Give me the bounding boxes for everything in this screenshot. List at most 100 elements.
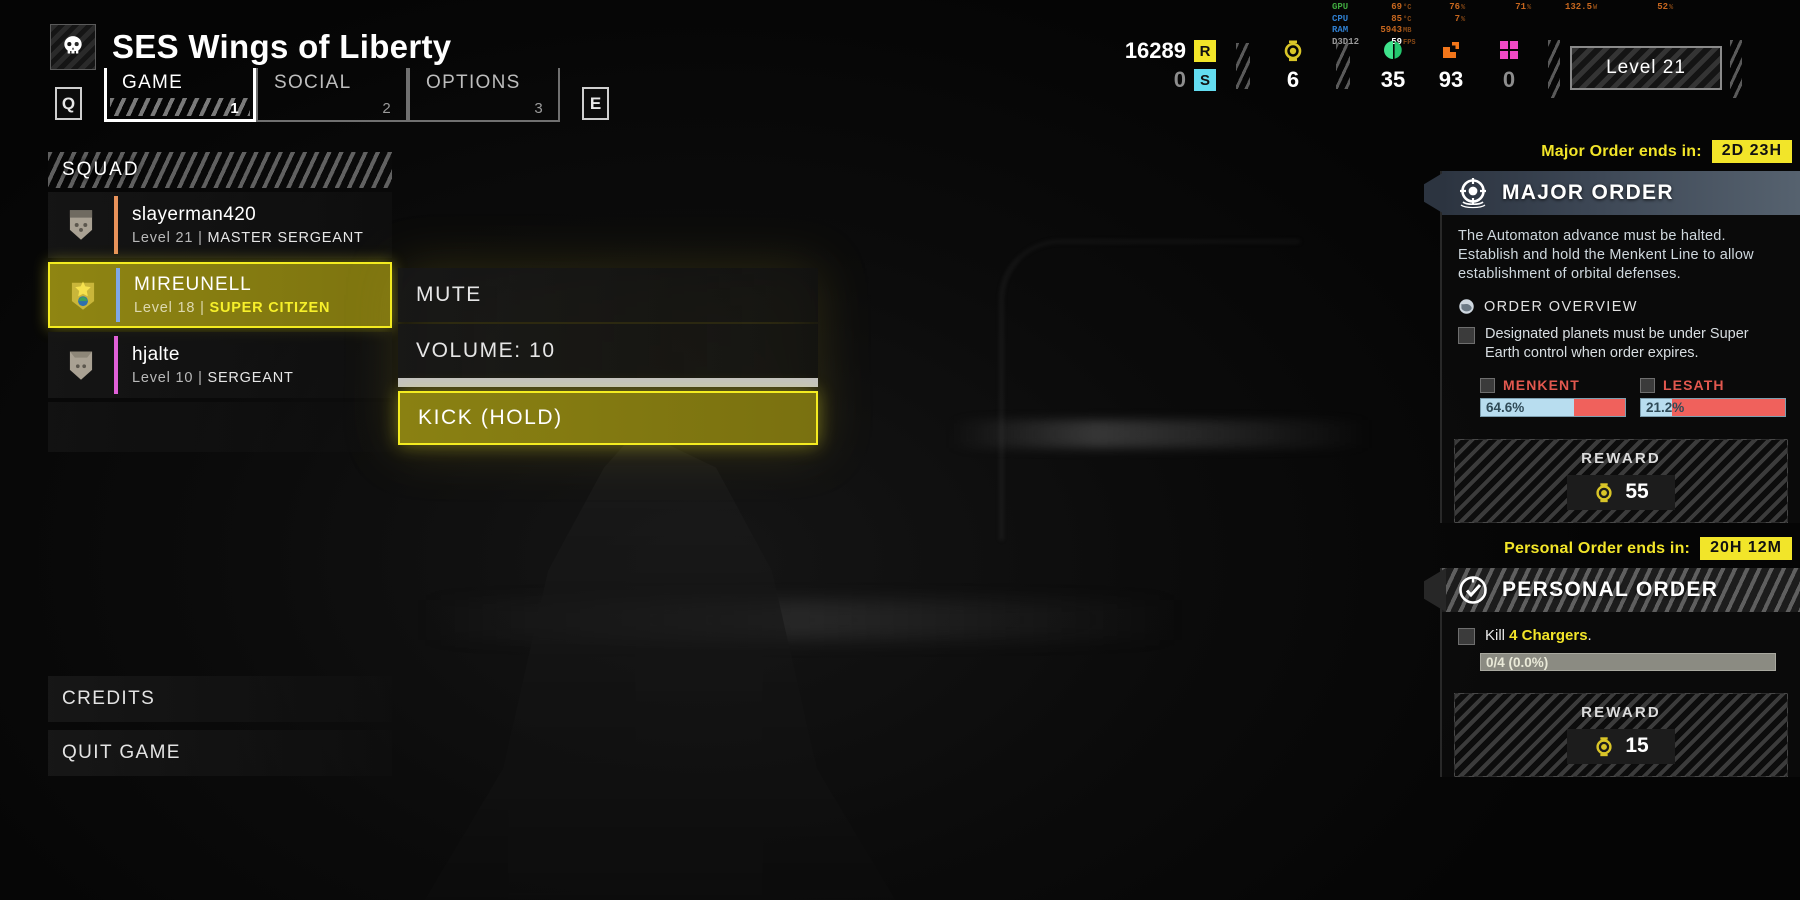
planet-checkbox: [1480, 377, 1495, 393]
order-overview-label: ORDER OVERVIEW: [1484, 298, 1638, 315]
shield-rank-icon: [48, 349, 114, 381]
volume-slider[interactable]: [398, 378, 818, 387]
mute-button[interactable]: MUTE: [398, 268, 818, 322]
perf-ram-label: RAM: [1332, 25, 1349, 35]
personal-order-body: Kill 4 Chargers. 0/4 (0.0%): [1442, 612, 1800, 681]
personal-order-ends-label: Personal Order ends in:: [1504, 539, 1691, 557]
tab-social[interactable]: SOCIAL 2: [256, 68, 408, 122]
crosshair-target-icon: [1460, 178, 1486, 209]
star-laurel-rank-icon: [50, 279, 116, 311]
tab-social-number: 2: [382, 100, 392, 117]
major-order-task: Designated planets must be under Super E…: [1458, 325, 1786, 363]
tab-game-underline: [104, 119, 256, 122]
requisition-value: 16289: [1124, 38, 1186, 63]
perf-gpu-extra3: 132.5: [1564, 2, 1592, 12]
planet-lesath: LESATH 21.2%: [1640, 377, 1786, 417]
major-order-timer: Major Order ends in: 2D 23H: [1440, 140, 1800, 163]
member-level: Level 21: [132, 230, 194, 246]
task-checkbox: [1458, 628, 1475, 645]
tab-options-label: OPTIONS: [426, 72, 521, 93]
perf-cpu-extra1-unit: %: [1461, 15, 1466, 24]
member-name: slayerman420: [132, 204, 257, 225]
credits-button[interactable]: CREDITS: [48, 676, 392, 722]
squad-member-mireunell[interactable]: MIREUNELL Level 18 | SUPER CITIZEN: [48, 262, 392, 328]
perf-ram-unit: MB: [1403, 27, 1412, 35]
tab-game-hatch: [110, 98, 250, 116]
tab-game-number: 1: [230, 100, 240, 117]
common-samples-resource: 35: [1364, 38, 1422, 93]
game-screen: SES Wings of Liberty Q GAME 1 SOCIAL 2 O…: [0, 0, 1800, 900]
chevron-rank-icon: [48, 209, 114, 241]
personal-order-task: Kill 4 Chargers.: [1458, 626, 1786, 645]
orders-panel: Major Order ends in: 2D 23H MAJOR ORDER …: [1440, 140, 1800, 789]
personal-order-ends-value: 20H 12M: [1700, 537, 1792, 560]
personal-order-card: PERSONAL ORDER Kill 4 Chargers. 0/4 (0.0…: [1440, 568, 1800, 777]
major-order-reward-label: REWARD: [1581, 450, 1661, 467]
personal-order-timer: Personal Order ends in: 20H 12M: [1440, 537, 1800, 560]
planet-menkent-bar: 64.6%: [1480, 398, 1626, 417]
planet-menkent-head: MENKENT: [1480, 377, 1626, 393]
major-order-reward-amount: 55: [1625, 480, 1649, 503]
perf-ram-value: 5943: [1380, 25, 1402, 35]
personal-order-reward-value-box: 15: [1567, 729, 1675, 764]
major-order-task-text: Designated planets must be under Super E…: [1485, 326, 1749, 361]
level-badge-hatch-right: [1730, 40, 1742, 98]
major-order-reward-value-box: 55: [1567, 475, 1675, 510]
major-order-title: MAJOR ORDER: [1502, 181, 1674, 204]
order-overview-row: ORDER OVERVIEW: [1458, 298, 1786, 315]
personal-order-reward-amount: 15: [1625, 734, 1649, 757]
planet-globe-icon: [1459, 299, 1474, 314]
tab-game-label: GAME: [122, 72, 184, 93]
background-glow-line: [950, 420, 1370, 448]
planet-lesath-bar: 21.2%: [1640, 398, 1786, 417]
ship-name: SES Wings of Liberty: [112, 28, 452, 65]
next-tab-key[interactable]: E: [582, 87, 609, 120]
volume-slider-fill: [398, 378, 818, 387]
major-order-card: MAJOR ORDER The Automaton advance must b…: [1440, 171, 1800, 523]
major-order-reward: REWARD 55: [1454, 439, 1788, 523]
kick-button[interactable]: KICK (HOLD): [398, 391, 818, 445]
perf-gpu-extra2-unit: %: [1527, 4, 1532, 12]
requisition-row: 16289 R: [1125, 38, 1216, 64]
squad-member-hjalte[interactable]: hjalte Level 10 | SERGEANT: [48, 332, 392, 398]
sample-icon: S: [1194, 69, 1216, 91]
member-name: MIREUNELL: [134, 274, 252, 295]
major-order-planets: MENKENT 64.6% LESATH 21.2%: [1458, 377, 1786, 417]
super-samples-value: 0: [1502, 67, 1516, 92]
rare-samples-resource: 93: [1422, 38, 1480, 93]
personal-order-progress-bar: 0/4 (0.0%): [1480, 653, 1776, 671]
member-subline: Level 21 | MASTER SERGEANT: [132, 230, 364, 246]
prev-tab-key[interactable]: Q: [55, 87, 82, 120]
member-rank: SUPER CITIZEN: [209, 300, 331, 316]
major-order-ends-value: 2D 23H: [1711, 140, 1792, 163]
tab-game[interactable]: GAME 1: [104, 68, 256, 122]
squad-empty-slot[interactable]: [48, 402, 392, 452]
main-tabs: Q GAME 1 SOCIAL 2 OPTIONS 3 E: [55, 68, 609, 122]
member-subline: Level 18 | SUPER CITIZEN: [134, 300, 330, 316]
planet-menkent-pct: 64.6%: [1486, 400, 1525, 415]
volume-control[interactable]: VOLUME: 10: [398, 324, 818, 387]
super-sample-icon: [1500, 41, 1518, 59]
tab-options[interactable]: OPTIONS 3: [408, 68, 560, 122]
medal-icon: [1284, 40, 1302, 62]
major-order-description: The Automaton advance must be halted. Es…: [1458, 228, 1754, 282]
major-order-banner: MAJOR ORDER: [1442, 171, 1800, 215]
planet-menkent-name: MENKENT: [1503, 377, 1580, 393]
check-circle-icon: [1459, 576, 1487, 604]
member-separator: |: [193, 370, 208, 386]
task-highlight: 4 Chargers: [1509, 627, 1588, 644]
currency-stack: 16289 R 0 S: [1125, 38, 1216, 93]
quit-game-button[interactable]: QUIT GAME: [48, 730, 392, 776]
personal-order-banner: PERSONAL ORDER: [1442, 568, 1800, 612]
rare-sample-icon: [1443, 42, 1459, 58]
squad-member-slayerman420[interactable]: slayerman420 Level 21 | MASTER SERGEANT: [48, 192, 392, 258]
squad-panel: SQUAD slayerman420 Level 21 | MASTER SER…: [48, 152, 392, 452]
member-separator: |: [195, 300, 210, 316]
resource-divider-1: [1236, 42, 1250, 89]
tab-social-label: SOCIAL: [274, 72, 352, 93]
background-glow-line-2: [420, 600, 1180, 640]
perf-gpu-label: GPU: [1332, 2, 1349, 12]
header: SES Wings of Liberty Q GAME 1 SOCIAL 2 O…: [0, 0, 1800, 135]
perf-cpu-label: CPU: [1332, 13, 1349, 24]
perf-cpu-extra1: 7: [1454, 13, 1460, 24]
